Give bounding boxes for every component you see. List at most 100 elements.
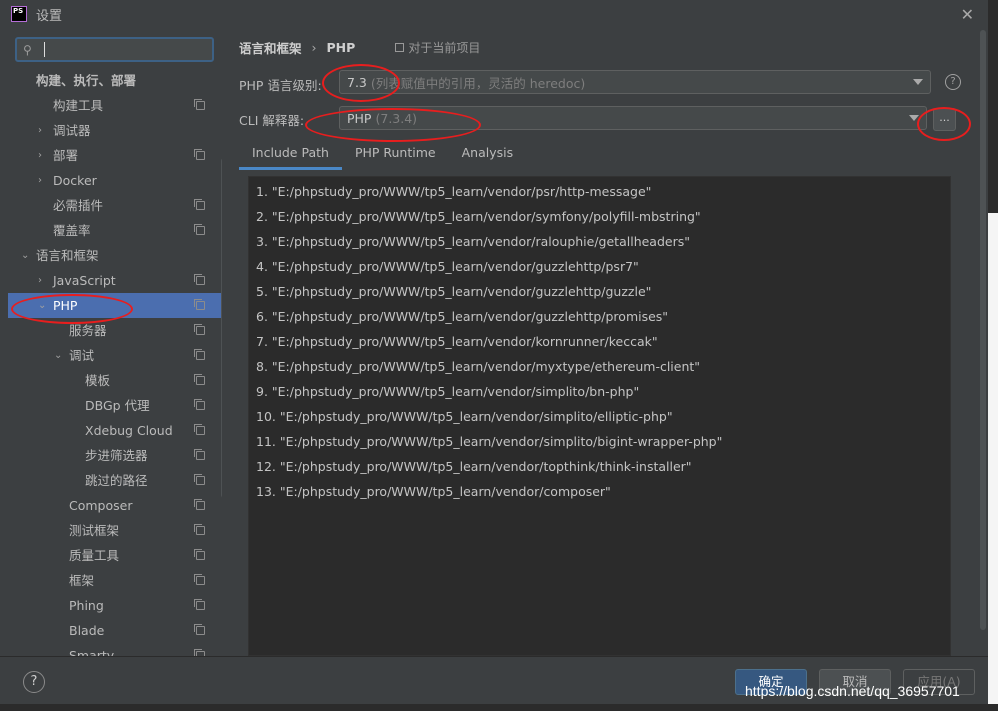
sidebar-item[interactable]: 质量工具 <box>8 543 222 568</box>
sidebar-item[interactable]: Composer <box>8 493 222 518</box>
sidebar-item[interactable]: › 调试器 <box>8 118 222 143</box>
tab-php-runtime[interactable]: PHP Runtime <box>342 142 449 172</box>
project-scope-icon <box>194 499 205 510</box>
include-path-item[interactable]: 2. "E:/phpstudy_pro/WWW/tp5_learn/vendor… <box>256 204 701 229</box>
chevron-right-icon[interactable]: › <box>38 168 42 193</box>
chevron-down-icon[interactable]: ⌄ <box>38 293 46 318</box>
chevron-right-icon[interactable]: › <box>38 268 42 293</box>
language-level-label: PHP 语言级别: <box>239 78 322 93</box>
sidebar-item-label: 步进筛选器 <box>85 448 148 463</box>
sidebar-item[interactable]: Phing <box>8 593 222 618</box>
tab-include-path[interactable]: Include Path <box>239 142 342 172</box>
sidebar-item[interactable]: ⌄ PHP <box>8 293 222 318</box>
sidebar-item[interactable]: 覆盖率 <box>8 218 222 243</box>
project-scope-icon <box>194 199 205 210</box>
include-path-list[interactable]: 1. "E:/phpstudy_pro/WWW/tp5_learn/vendor… <box>248 176 951 656</box>
project-scope-icon <box>194 424 205 435</box>
chevron-right-icon[interactable]: › <box>38 118 42 143</box>
sidebar-item-label: 模板 <box>85 373 111 388</box>
include-path-item[interactable]: 13. "E:/phpstudy_pro/WWW/tp5_learn/vendo… <box>256 479 611 504</box>
project-scope-icon <box>194 624 205 635</box>
include-path-item[interactable]: 12. "E:/phpstudy_pro/WWW/tp5_learn/vendo… <box>256 454 692 479</box>
sidebar-item-label: 部署 <box>53 148 79 163</box>
chevron-down-icon[interactable]: ⌄ <box>54 343 62 368</box>
settings-search-input[interactable]: ⚲ <box>15 37 214 62</box>
background-status-strip <box>0 704 998 711</box>
settings-dialog: ⚲ 构建、执行、部署 构建工具 › 调试器 › 部署 › Docker 必需插件 覆盖率 ⌄ 语言和框… <box>0 28 988 711</box>
project-scope-icon <box>194 274 205 285</box>
include-path-item[interactable]: 5. "E:/phpstudy_pro/WWW/tp5_learn/vendor… <box>256 279 651 304</box>
help-icon[interactable]: ? <box>945 74 961 90</box>
include-path-item[interactable]: 6. "E:/phpstudy_pro/WWW/tp5_learn/vendor… <box>256 304 668 329</box>
cli-interpreter-detail: (7.3.4) <box>375 110 418 126</box>
sidebar-item[interactable]: Smarty <box>8 643 222 656</box>
include-path-item[interactable]: 7. "E:/phpstudy_pro/WWW/tp5_learn/vendor… <box>256 329 658 354</box>
sidebar-item[interactable]: 必需插件 <box>8 193 222 218</box>
project-scope-icon <box>194 299 205 310</box>
sidebar-item[interactable]: 构建、执行、部署 <box>8 68 222 93</box>
sidebar-item[interactable]: ⌄ 语言和框架 <box>8 243 222 268</box>
settings-content: 语言和框架 › PHP 对于当前项目 PHP 语言级别: 7.3 (列表赋值中的… <box>222 28 988 656</box>
sidebar-item-label: 服务器 <box>69 323 107 338</box>
phpstorm-logo-icon: PS <box>11 6 27 22</box>
sidebar-item[interactable]: 框架 <box>8 568 222 593</box>
sidebar-item[interactable]: › JavaScript <box>8 268 222 293</box>
sidebar-item-label: 覆盖率 <box>53 223 91 238</box>
include-path-item[interactable]: 11. "E:/phpstudy_pro/WWW/tp5_learn/vendo… <box>256 429 722 454</box>
settings-sidebar: ⚲ 构建、执行、部署 构建工具 › 调试器 › 部署 › Docker 必需插件 覆盖率 ⌄ 语言和框… <box>8 28 222 656</box>
sidebar-item[interactable]: Blade <box>8 618 222 643</box>
content-scrollbar[interactable] <box>980 30 986 630</box>
breadcrumb-parent: 语言和框架 <box>239 41 302 56</box>
project-scope-icon <box>194 99 205 110</box>
breadcrumb: 语言和框架 › PHP 对于当前项目 <box>239 38 480 57</box>
browse-interpreter-button[interactable]: ... <box>933 108 956 131</box>
project-scope-icon <box>194 399 205 410</box>
sidebar-item-label: Phing <box>69 598 104 613</box>
sidebar-item-label: Docker <box>53 173 97 188</box>
sidebar-item[interactable]: 跳过的路径 <box>8 468 222 493</box>
project-scope-icon <box>194 549 205 560</box>
sidebar-item[interactable]: 步进筛选器 <box>8 443 222 468</box>
include-path-item[interactable]: 9. "E:/phpstudy_pro/WWW/tp5_learn/vendor… <box>256 379 639 404</box>
sidebar-item[interactable]: 构建工具 <box>8 93 222 118</box>
include-path-item[interactable]: 3. "E:/phpstudy_pro/WWW/tp5_learn/vendor… <box>256 229 690 254</box>
background-editor-area <box>988 213 998 711</box>
project-scope-icon <box>194 524 205 535</box>
sidebar-item-label: 必需插件 <box>53 198 104 213</box>
sidebar-item[interactable]: 测试框架 <box>8 518 222 543</box>
include-path-item[interactable]: 1. "E:/phpstudy_pro/WWW/tp5_learn/vendor… <box>256 179 651 204</box>
sidebar-item[interactable]: › 部署 <box>8 143 222 168</box>
sidebar-item[interactable]: DBGp 代理 <box>8 393 222 418</box>
language-level-value: 7.3 <box>347 74 367 90</box>
chevron-down-icon <box>909 115 919 121</box>
sidebar-item[interactable]: 服务器 <box>8 318 222 343</box>
project-scope-icon <box>194 349 205 360</box>
project-scope-note: 对于当前项目 <box>395 39 480 56</box>
cli-interpreter-label: CLI 解释器: <box>239 113 305 128</box>
include-path-item[interactable]: 8. "E:/phpstudy_pro/WWW/tp5_learn/vendor… <box>256 354 700 379</box>
chevron-down-icon[interactable]: ⌄ <box>21 243 29 268</box>
language-level-select[interactable]: 7.3 (列表赋值中的引用，灵活的 heredoc) <box>339 70 931 94</box>
sidebar-item-label: Smarty <box>69 648 115 656</box>
close-icon[interactable]: ✕ <box>961 5 974 24</box>
help-button[interactable]: ? <box>23 671 45 693</box>
project-scope-icon <box>194 324 205 335</box>
include-path-item[interactable]: 10. "E:/phpstudy_pro/WWW/tp5_learn/vendo… <box>256 404 673 429</box>
cli-interpreter-value: PHP <box>347 110 372 126</box>
chevron-right-icon[interactable]: › <box>38 143 42 168</box>
title-bar: PS 设置 ✕ <box>0 0 988 28</box>
language-level-detail: (列表赋值中的引用，灵活的 heredoc) <box>370 75 586 91</box>
cli-interpreter-select[interactable]: PHP (7.3.4) <box>339 106 927 130</box>
sidebar-item[interactable]: › Docker <box>8 168 222 193</box>
sidebar-item[interactable]: Xdebug Cloud <box>8 418 222 443</box>
sidebar-item-label: 质量工具 <box>69 548 120 563</box>
sidebar-item[interactable]: ⌄ 调试 <box>8 343 222 368</box>
sidebar-item-label: 构建、执行、部署 <box>36 73 137 88</box>
chevron-down-icon <box>913 79 923 85</box>
sidebar-item[interactable]: 模板 <box>8 368 222 393</box>
tab-analysis[interactable]: Analysis <box>449 142 527 172</box>
include-path-item[interactable]: 4. "E:/phpstudy_pro/WWW/tp5_learn/vendor… <box>256 254 639 279</box>
project-scope-icon <box>194 374 205 385</box>
sidebar-item-label: DBGp 代理 <box>85 398 150 413</box>
php-settings-tabs: Include Path PHP Runtime Analysis <box>239 142 526 172</box>
